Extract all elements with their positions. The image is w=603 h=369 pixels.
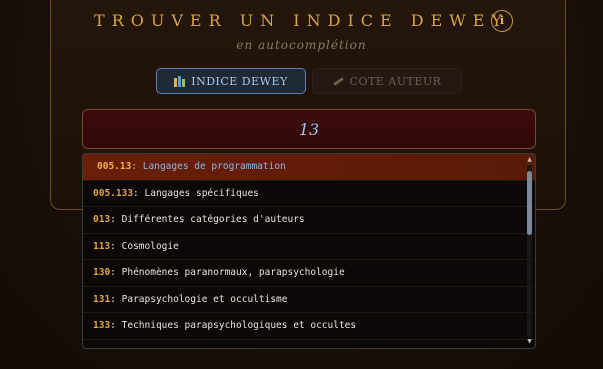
list-item-label: : Cosmologie [110, 240, 179, 252]
books-icon [174, 75, 186, 87]
scroll-up-icon[interactable]: ▲ [527, 156, 532, 164]
list-item-label: : Phénomènes paranormaux, parapsychologi… [110, 267, 345, 279]
tab-cote-auteur-label: COTE AUTEUR [349, 74, 442, 88]
list-item[interactable]: 113: Cosmologie [83, 234, 535, 260]
tab-cote-auteur[interactable]: COTE AUTEUR [312, 68, 462, 94]
scrollbar-track[interactable] [527, 165, 532, 337]
scrollbar-thumb[interactable] [527, 171, 532, 235]
list-item-label: : Techniques parapsychologiques et occul… [110, 320, 357, 332]
list-item-code: 013 [93, 214, 111, 226]
list-item-code: 133 [93, 320, 111, 332]
scroll-down-icon[interactable]: ▼ [527, 338, 532, 346]
list-item-code: 005.133 [93, 187, 134, 199]
list-scrollbar[interactable]: ▲ ▼ [526, 156, 533, 346]
list-item[interactable]: 005.133: Langages spécifiques [83, 181, 535, 207]
list-item[interactable]: 130: Phénomènes paranormaux, parapsychol… [83, 260, 535, 287]
list-item-code: 113 [93, 240, 111, 252]
list-item-code: 131 [93, 293, 111, 305]
autocomplete-list: 005.13: Langages de programmation 005.13… [82, 153, 536, 349]
search-field-wrapper [82, 109, 536, 149]
list-item-code: 130 [93, 267, 111, 279]
list-item-label: : Langages spécifiques [133, 187, 259, 199]
list-item-code: 005.13 [97, 161, 132, 173]
tab-indice-dewey-label: INDICE DEWEY [191, 74, 288, 88]
list-item-label: : Différentes catégories d'auteurs [110, 214, 305, 226]
tab-indice-dewey[interactable]: INDICE DEWEY [156, 68, 306, 94]
list-item[interactable]: 013: Différentes catégories d'auteurs [83, 207, 535, 234]
dewey-search-input[interactable] [83, 118, 535, 140]
list-item[interactable]: 133: Techniques parapsychologiques et oc… [83, 313, 535, 340]
list-item[interactable]: 131: Parapsychologie et occultisme [83, 287, 535, 313]
pencil-icon [332, 76, 344, 86]
info-icon: i [499, 14, 505, 27]
list-item-label: : Parapsychologie et occultisme [110, 293, 288, 305]
info-button[interactable]: i [491, 10, 513, 32]
page-subtitle: en autocomplétion [236, 38, 367, 52]
list-item-label: : Langages de programmation [131, 161, 286, 173]
list-item[interactable]: 005.13: Langages de programmation [83, 154, 535, 181]
